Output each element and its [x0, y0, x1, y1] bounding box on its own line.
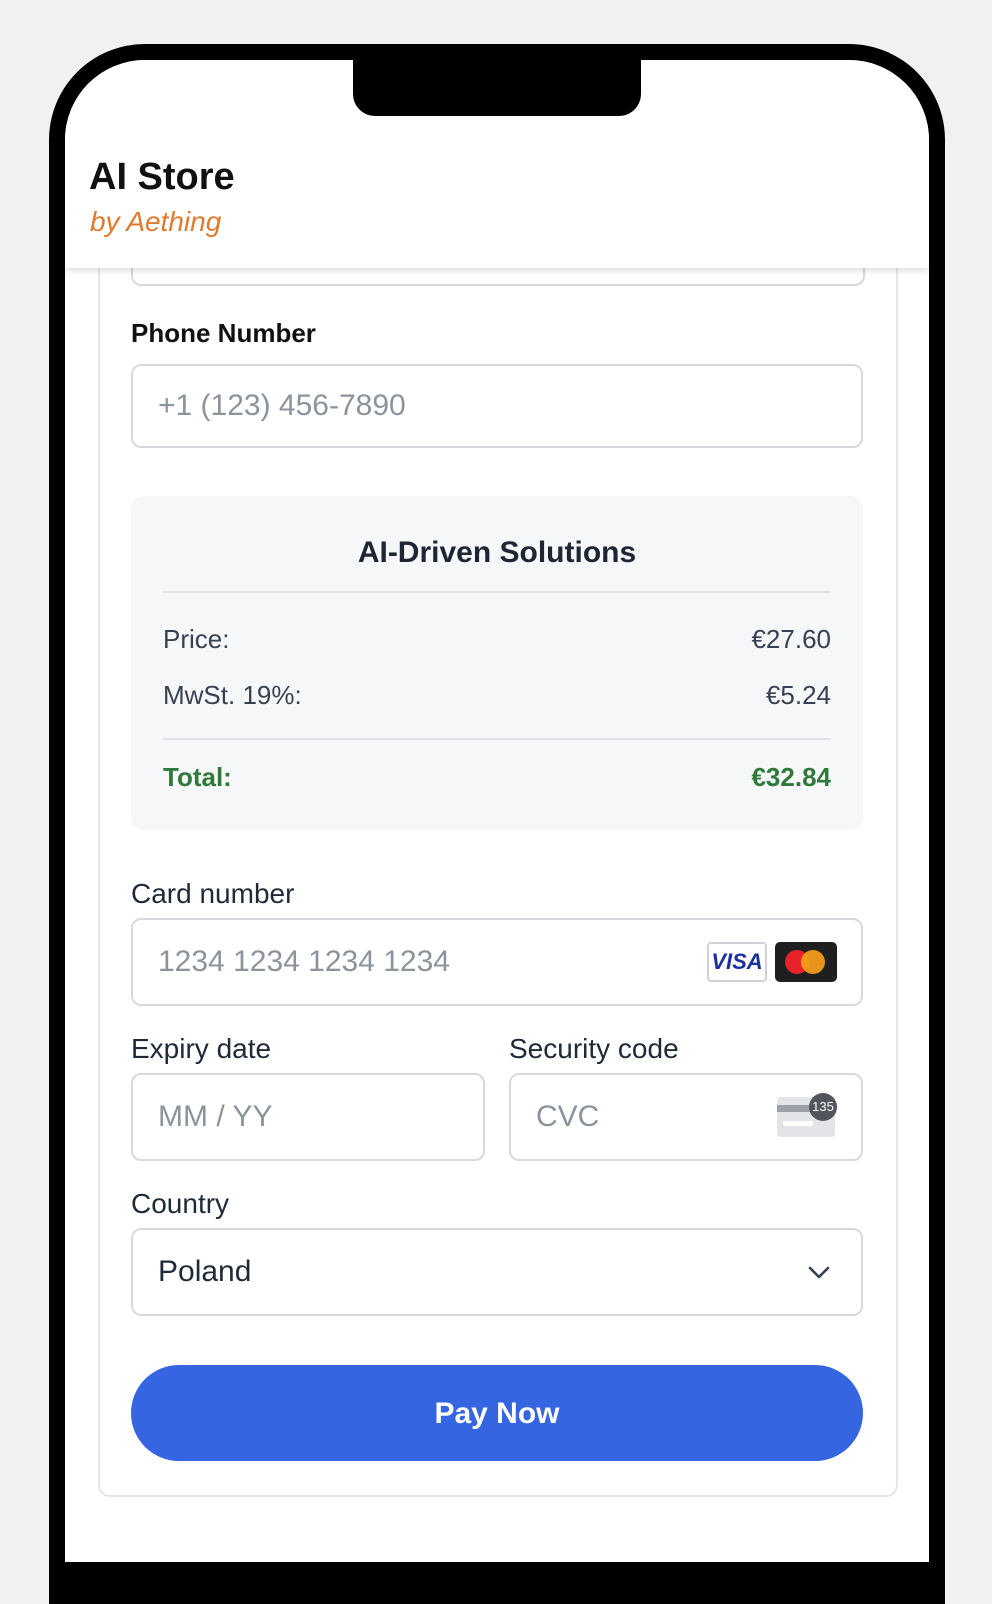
phone-notch [353, 60, 641, 116]
card-number-placeholder: 1234 1234 1234 1234 [158, 945, 450, 978]
country-value: Poland [158, 1255, 252, 1288]
phone-input[interactable]: +1 (123) 456-7890 [131, 364, 863, 448]
tax-label: MwSt. 19%: [163, 680, 302, 710]
expiry-placeholder: MM / YY [158, 1100, 273, 1133]
summary-divider [163, 591, 831, 593]
card-number-input[interactable]: 1234 1234 1234 1234 VISA [131, 918, 863, 1006]
phone-label: Phone Number [131, 318, 316, 348]
price-value: €27.60 [751, 624, 831, 654]
phone-screen: AI Store by Aething Phone Number +1 (123… [65, 60, 929, 1562]
cvc-input[interactable]: CVC 135 [509, 1073, 863, 1161]
expiry-label: Expiry date [131, 1033, 272, 1064]
cvc-label: Security code [509, 1033, 679, 1064]
price-label: Price: [163, 624, 230, 654]
app-subtitle: by Aething [90, 206, 222, 237]
cvc-badge: 135 [809, 1093, 837, 1121]
mastercard-icon [775, 942, 837, 982]
card-number-label: Card number [131, 878, 295, 909]
cvc-placeholder: CVC [536, 1100, 600, 1133]
country-label: Country [131, 1188, 230, 1219]
phone-placeholder: +1 (123) 456-7890 [158, 389, 406, 422]
expiry-input[interactable]: MM / YY [131, 1073, 485, 1161]
chevron-down-icon [808, 1266, 830, 1279]
order-summary: AI-Driven Solutions Price: €27.60 MwSt. … [131, 496, 863, 830]
total-value: €32.84 [751, 762, 831, 792]
visa-icon: VISA [707, 942, 767, 982]
total-label: Total: [163, 762, 232, 792]
tax-value: €5.24 [765, 680, 831, 710]
total-divider [163, 738, 831, 740]
pay-now-button[interactable]: Pay Now [131, 1365, 863, 1461]
country-select[interactable]: Poland [131, 1228, 863, 1316]
summary-title: AI-Driven Solutions [357, 536, 637, 569]
app-title: AI Store [89, 156, 235, 198]
